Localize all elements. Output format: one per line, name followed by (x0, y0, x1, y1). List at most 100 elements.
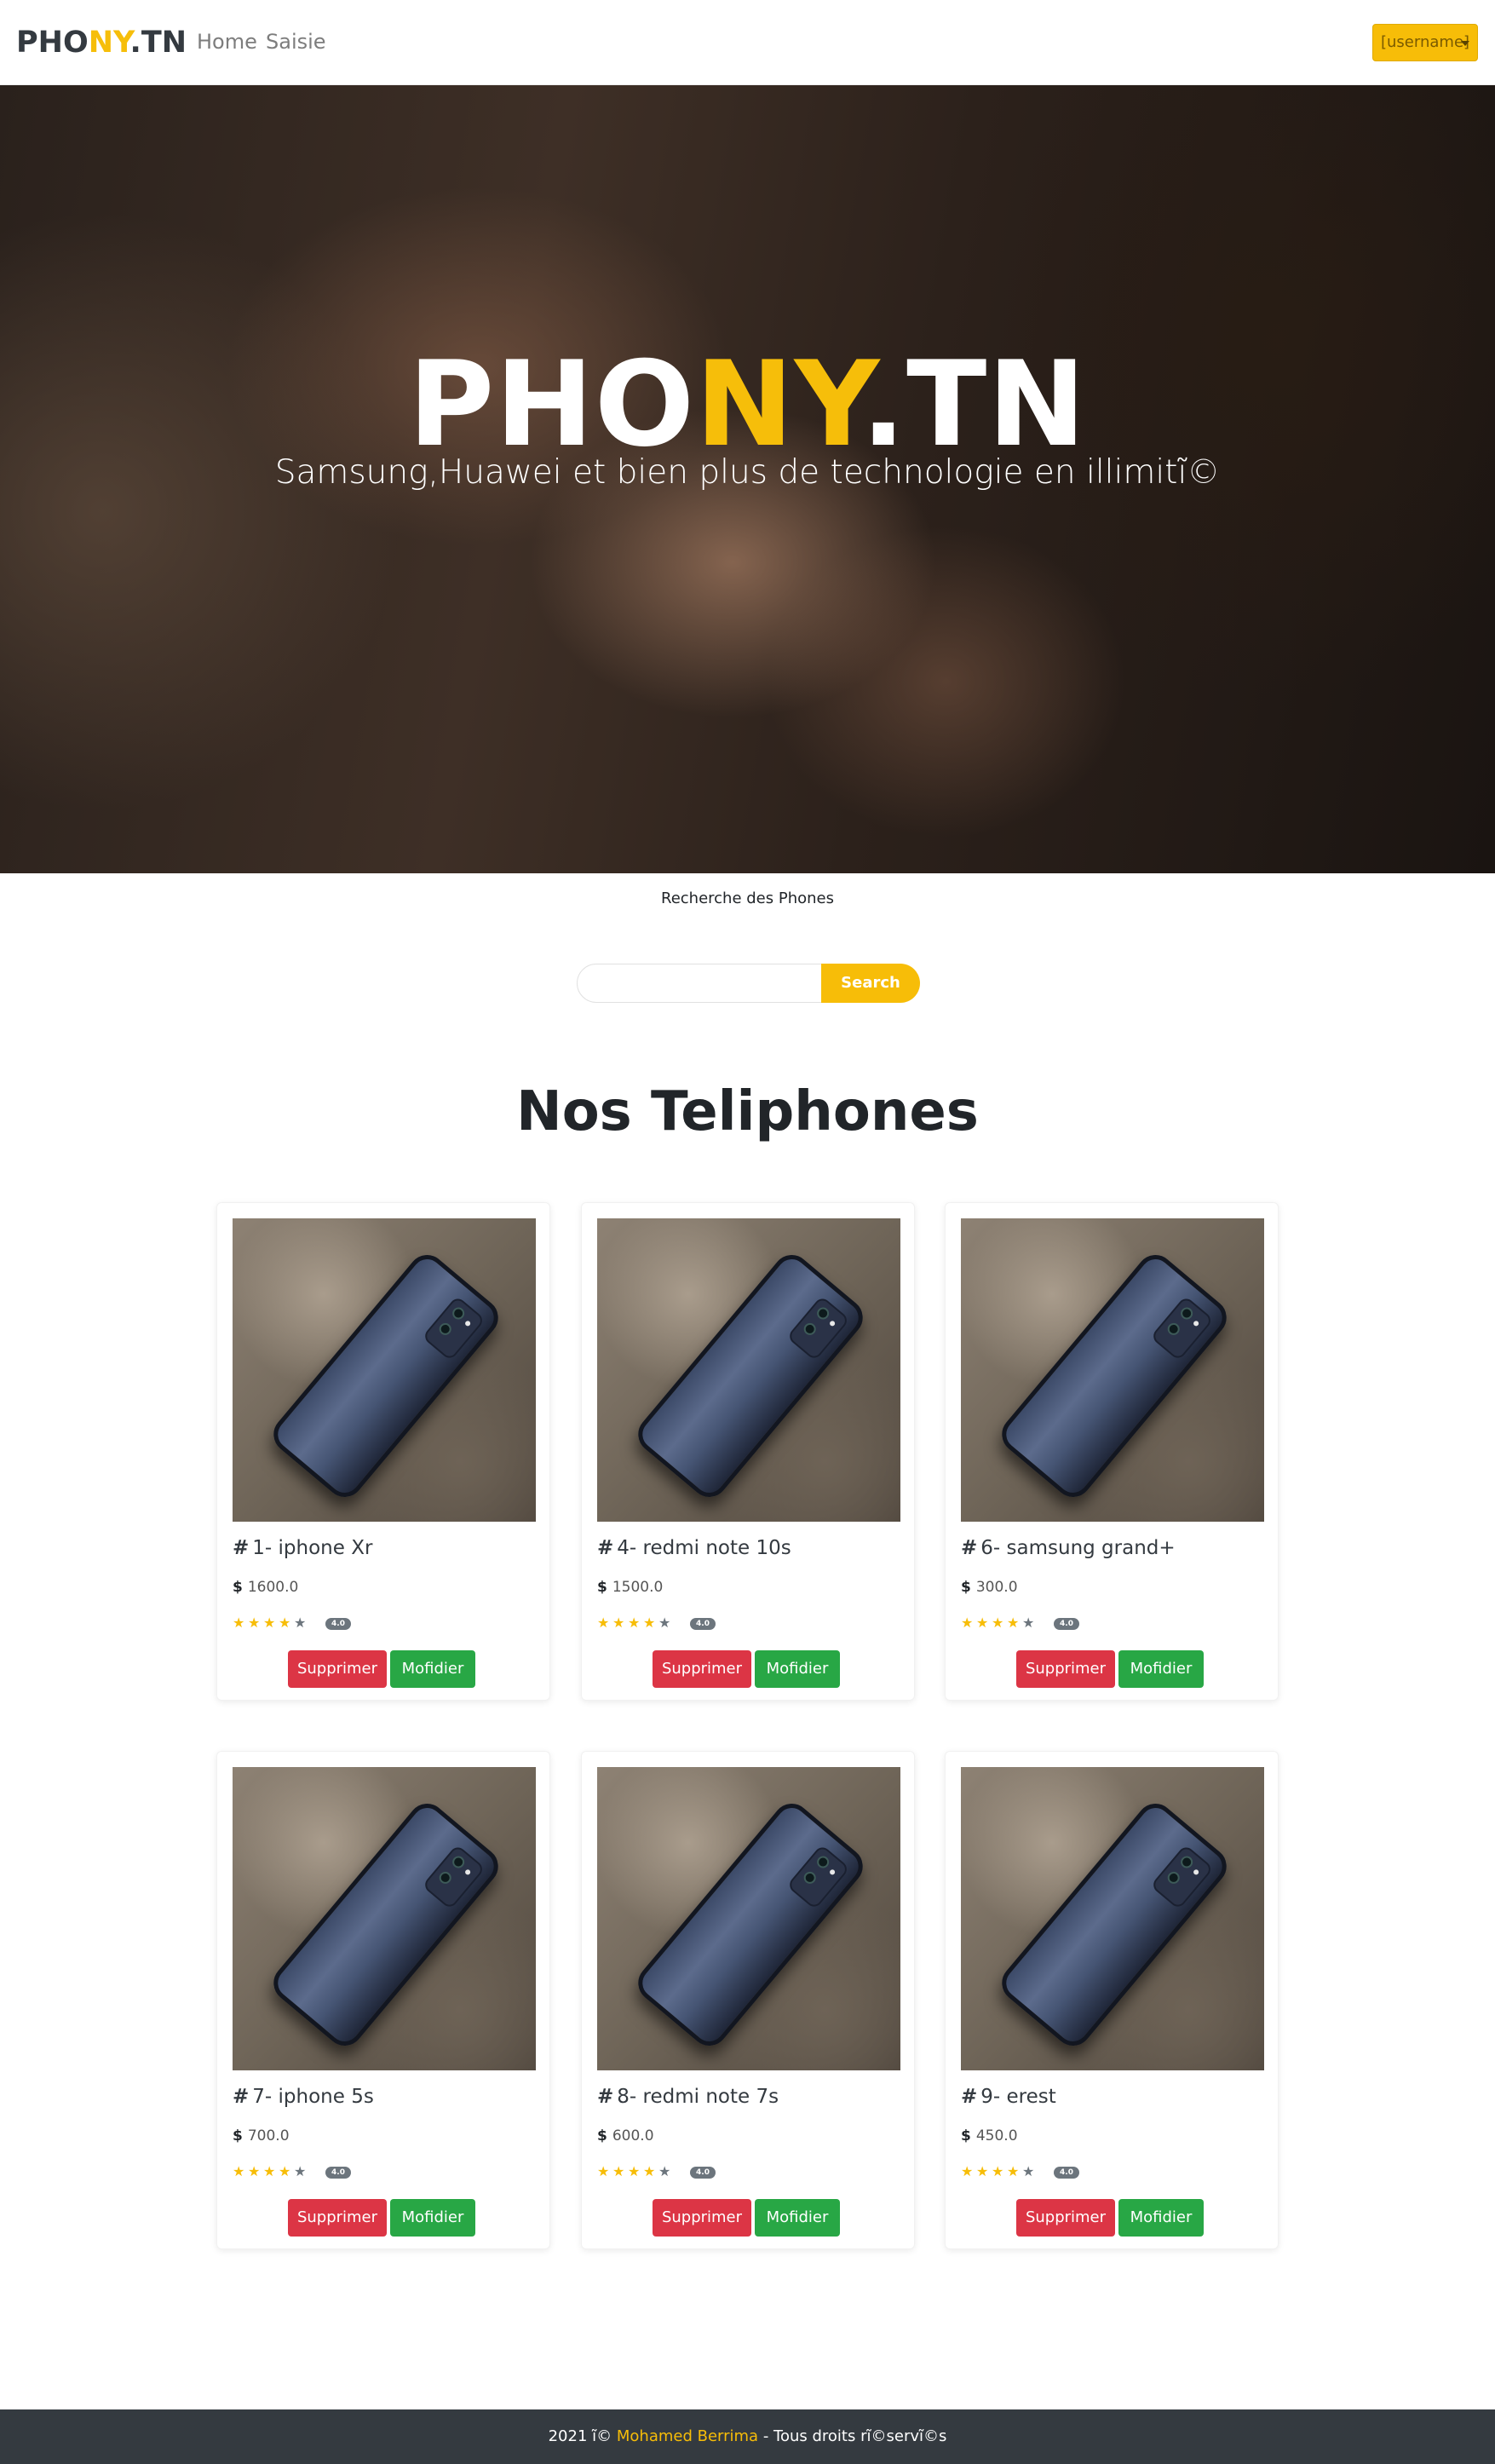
star-icon: ★ (597, 1615, 610, 1631)
camera-lens (1178, 1853, 1195, 1871)
star-icon: ★ (658, 2163, 671, 2179)
camera-module (786, 1295, 850, 1362)
product-price-value: 700.0 (247, 2127, 290, 2144)
camera-flash (463, 1868, 472, 1876)
product-title-text: 4- redmi note 10s (617, 1537, 791, 1559)
edit-button[interactable]: Mofidier (755, 1650, 840, 1688)
product-title: #4- redmi note 10s (597, 1535, 791, 1561)
product-card: #1- iphone Xr $1600.0 ★ ★ ★ ★ ★ 4.0 Supprimer Mof… (216, 1202, 550, 1701)
delete-button[interactable]: Supprimer (653, 1650, 751, 1688)
product-price: $700.0 (233, 2127, 290, 2145)
phone-photo (630, 1247, 871, 1505)
hero-banner: PHONY.TN Samsung,Huawei et bien plus de … (0, 85, 1495, 873)
camera-lens (450, 1853, 468, 1871)
camera-flash (1192, 1320, 1200, 1327)
edit-button[interactable]: Mofidier (1118, 1650, 1204, 1688)
brand-part2: NY (88, 26, 130, 60)
search-button[interactable]: Search (821, 964, 920, 1003)
camera-flash (828, 1868, 837, 1876)
star-icon: ★ (1022, 1615, 1035, 1631)
search-input[interactable] (577, 964, 824, 1003)
product-price: $300.0 (961, 1578, 1018, 1597)
user-dropdown-button[interactable]: [username] (1372, 24, 1478, 61)
rating-badge: 4.0 (690, 1618, 716, 1630)
camera-lens (801, 1869, 819, 1886)
product-title: #1- iphone Xr (233, 1535, 372, 1561)
product-title: #6- samsung grand+ (961, 1535, 1176, 1561)
camera-lens (814, 1853, 832, 1871)
brand-part3: .TN (129, 26, 187, 60)
star-icon: ★ (658, 1615, 671, 1631)
product-price: $1600.0 (233, 1578, 298, 1597)
edit-button[interactable]: Mofidier (390, 1650, 475, 1688)
rating-badge: 4.0 (690, 2167, 716, 2179)
star-icon: ★ (612, 1615, 625, 1631)
edit-button[interactable]: Mofidier (755, 2199, 840, 2237)
product-title: #7- iphone 5s (233, 2084, 374, 2110)
rating-badge: 4.0 (325, 2167, 351, 2179)
phone-photo (994, 1247, 1234, 1505)
star-icon: ★ (961, 1615, 974, 1631)
star-icon: ★ (1007, 1615, 1020, 1631)
phone-photo (266, 1247, 506, 1505)
camera-module (422, 1295, 486, 1362)
camera-lens (814, 1304, 832, 1322)
product-card: #4- redmi note 10s $1500.0 ★ ★ ★ ★ ★ 4.0 Supprim… (581, 1202, 915, 1701)
star-icon: ★ (263, 1615, 276, 1631)
camera-lens (1164, 1869, 1182, 1886)
footer-author-link[interactable]: Mohamed Berrima (617, 2427, 758, 2445)
hash-icon: # (597, 1537, 614, 1559)
dollar-icon: $ (233, 1579, 243, 1596)
dollar-icon: $ (233, 2127, 243, 2144)
star-icon: ★ (233, 1615, 245, 1631)
user-dropdown-label: [username] (1381, 33, 1470, 51)
camera-lens (450, 1304, 468, 1322)
star-icon: ★ (294, 2163, 307, 2179)
product-title-text: 6- samsung grand+ (980, 1537, 1176, 1559)
hash-icon: # (597, 2086, 614, 2108)
brand-part1: PHO (16, 26, 89, 60)
delete-button[interactable]: Supprimer (288, 1650, 387, 1688)
product-image (233, 1218, 536, 1522)
delete-button[interactable]: Supprimer (1016, 2199, 1115, 2237)
footer-prefix: 2021 ĩ© (548, 2427, 617, 2445)
star-icon: ★ (992, 2163, 1004, 2179)
hero-subtitle: Samsung,Huawei et bien plus de technolog… (274, 453, 1221, 492)
star-icon: ★ (279, 2163, 291, 2179)
product-price: $450.0 (961, 2127, 1018, 2145)
dollar-icon: $ (961, 1579, 971, 1596)
product-card: #8- redmi note 7s $600.0 ★ ★ ★ ★ ★ 4.0 Supprimer… (581, 1751, 915, 2249)
phone-photo (994, 1796, 1234, 2053)
hash-icon: # (233, 2086, 250, 2108)
phone-photo (266, 1796, 506, 2053)
edit-button[interactable]: Mofidier (1118, 2199, 1204, 2237)
product-price-value: 300.0 (975, 1579, 1018, 1596)
delete-button[interactable]: Supprimer (288, 2199, 387, 2237)
nav-link-home[interactable]: Home (197, 29, 257, 55)
edit-button[interactable]: Mofidier (390, 2199, 475, 2237)
nav-link-saisie[interactable]: Saisie (266, 29, 326, 55)
delete-button[interactable]: Supprimer (1016, 1650, 1115, 1688)
footer: 2021 ĩ© Mohamed Berrima - Tous droits rĩ… (0, 2409, 1495, 2464)
star-icon: ★ (294, 1615, 307, 1631)
brand-logo[interactable]: PHONY.TN (16, 24, 187, 61)
product-image (961, 1767, 1264, 2070)
star-icon: ★ (643, 2163, 656, 2179)
product-price-value: 450.0 (975, 2127, 1018, 2144)
camera-module (1150, 1844, 1214, 1910)
star-icon: ★ (612, 2163, 625, 2179)
delete-button[interactable]: Supprimer (653, 2199, 751, 2237)
star-icon: ★ (279, 1615, 291, 1631)
dollar-icon: $ (961, 2127, 971, 2144)
star-icon: ★ (976, 2163, 989, 2179)
dollar-icon: $ (597, 2127, 607, 2144)
camera-lens (436, 1869, 454, 1886)
star-icon: ★ (976, 1615, 989, 1631)
camera-module (422, 1844, 486, 1910)
star-icon: ★ (248, 2163, 261, 2179)
product-image (233, 1767, 536, 2070)
camera-flash (463, 1320, 472, 1327)
rating-badge: 4.0 (325, 1618, 351, 1630)
product-card: #9- erest $450.0 ★ ★ ★ ★ ★ 4.0 Supprimer Mofidier (945, 1751, 1279, 2249)
camera-module (1150, 1295, 1214, 1362)
